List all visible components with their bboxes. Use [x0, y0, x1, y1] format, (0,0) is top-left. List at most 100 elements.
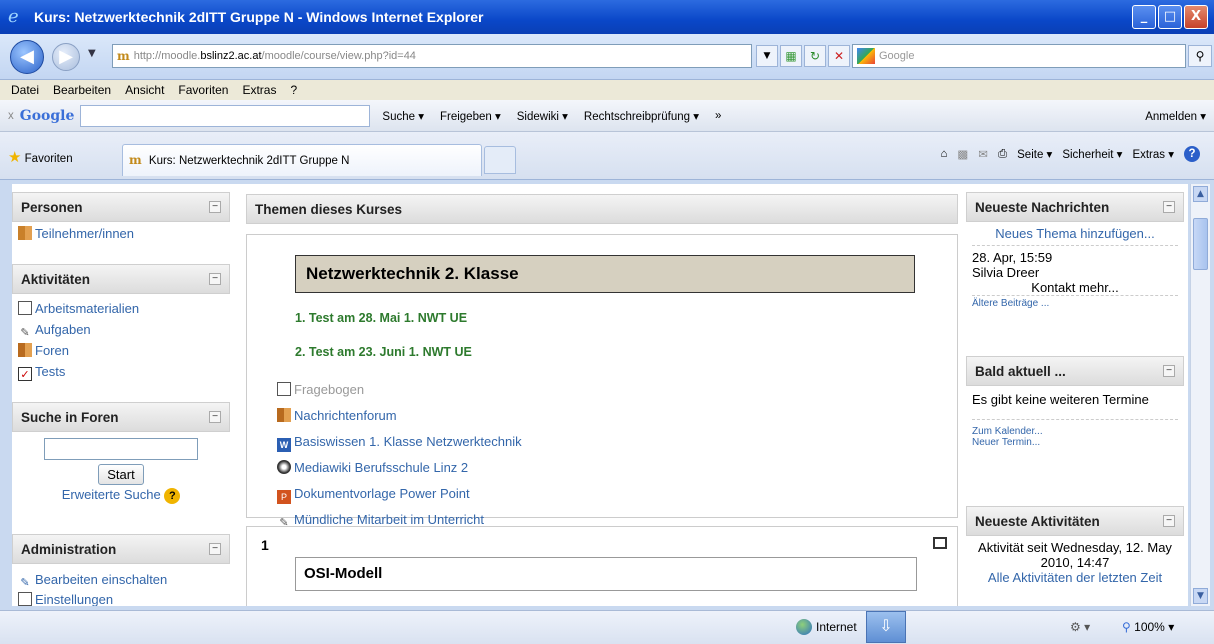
url-input[interactable]: m http://moodle. bslinz2.ac.at/moodle/cou… — [112, 44, 752, 68]
history-dropdown-icon[interactable]: ▼ — [88, 48, 96, 59]
refresh-icon[interactable]: ↻ — [804, 45, 826, 67]
title-bar: e Kurs: Netzwerktechnik 2dITT Gruppe N -… — [0, 0, 1214, 34]
block-suche: Suche in Foren − Start Erweiterte Suche … — [12, 402, 230, 504]
news-contact[interactable]: Kontakt mehr... — [972, 280, 1178, 295]
scroll-thumb[interactable] — [1193, 218, 1208, 270]
forum-icon — [18, 343, 32, 357]
search-icon[interactable]: ⚲ — [1188, 45, 1212, 67]
resource-muendliche-mitarbeit[interactable]: ✎ Mündliche Mitarbeit im Unterricht — [277, 512, 484, 529]
block-personen-header: Personen − — [12, 192, 230, 222]
print-icon[interactable]: ⎙ — [998, 148, 1007, 161]
link-erweiterte-suche[interactable]: Erweiterte Suche — [62, 487, 161, 502]
collapse-icon[interactable]: − — [1163, 201, 1175, 213]
command-security[interactable]: Sicherheit ▾ — [1062, 147, 1122, 161]
home-icon[interactable]: ⌂ — [940, 148, 947, 160]
collapse-icon[interactable]: − — [209, 543, 221, 555]
close-button[interactable]: X — [1184, 5, 1208, 29]
command-page[interactable]: Seite ▾ — [1017, 147, 1052, 161]
google-icon — [857, 48, 875, 64]
toolbar-spellcheck[interactable]: Rechtschreibprüfung ▾ — [584, 109, 699, 123]
collapse-icon[interactable]: − — [209, 201, 221, 213]
maximize-button[interactable]: □ — [1158, 5, 1182, 29]
section-0-title: Netzwerktechnik 2. Klasse — [295, 255, 915, 293]
edit-icon: ✎ — [20, 577, 30, 589]
help-icon[interactable]: ? — [164, 488, 181, 504]
tab-current[interactable]: m Kurs: Netzwerktechnik 2dITT Gruppe N — [122, 144, 482, 176]
collapse-icon[interactable]: − — [209, 273, 221, 285]
url-dropdown-icon[interactable]: ▼ — [756, 45, 778, 67]
tab-moodle-icon: m — [129, 153, 142, 167]
scroll-up-icon[interactable]: ▲ — [1193, 186, 1208, 202]
toolbar-sidewiki[interactable]: Sidewiki ▾ — [517, 109, 568, 123]
link-all-activities[interactable]: Alle Aktivitäten der letzten Zeit — [988, 570, 1162, 585]
command-extras[interactable]: Extras ▾ — [1132, 147, 1174, 161]
link-tests[interactable]: ✓ Tests — [18, 364, 65, 381]
collapse-icon[interactable]: − — [1163, 515, 1175, 527]
block-administration: Administration − ✎ Bearbeiten einschalten… — [12, 534, 230, 606]
resource-nachrichtenforum[interactable]: Nachrichtenforum — [277, 408, 397, 423]
security-zone[interactable]: Internet — [796, 619, 857, 635]
close-toolbar-icon[interactable]: x — [8, 110, 14, 122]
scroll-down-icon[interactable]: ▼ — [1193, 588, 1208, 604]
back-button[interactable]: ◀ — [10, 40, 44, 74]
page-scrollbar[interactable]: ▲ ▼ — [1190, 184, 1210, 606]
collapse-icon[interactable]: − — [1163, 365, 1175, 377]
settings-icon — [18, 592, 32, 606]
compatibility-icon[interactable]: ▦ — [780, 45, 802, 67]
ie-logo-icon: e — [8, 6, 19, 27]
mail-icon[interactable]: ✉ — [978, 147, 988, 161]
document-icon — [18, 301, 32, 315]
forward-button[interactable]: ▶ — [52, 43, 80, 71]
link-teilnehmer[interactable]: Teilnehmer/innen — [18, 226, 134, 241]
block-activity-header: Neueste Aktivitäten − — [966, 506, 1184, 536]
protected-mode-icon[interactable]: ⚙ ▾ — [1070, 620, 1090, 634]
block-suche-header: Suche in Foren − — [12, 402, 230, 432]
resource-basiswissen[interactable]: W Basiswissen 1. Klasse Netzwerktechnik — [277, 434, 522, 452]
forum-search-input[interactable] — [44, 438, 198, 460]
zoom-control[interactable]: ⚲ 100% ▾ — [1122, 620, 1174, 634]
search-input[interactable]: Google — [852, 44, 1186, 68]
star-icon: ★ — [8, 149, 22, 166]
help-icon[interactable]: ? — [1184, 146, 1200, 162]
download-arrow-icon[interactable]: ⇩ — [866, 611, 906, 643]
menu-extras[interactable]: Extras — [242, 83, 276, 97]
section-0: Netzwerktechnik 2. Klasse 1. Test am 28.… — [246, 234, 958, 529]
menu-bearbeiten[interactable]: Bearbeiten — [53, 83, 111, 97]
feeds-icon[interactable]: ▩ — [957, 147, 968, 161]
link-older-posts[interactable]: Ältere Beiträge ... — [972, 298, 1049, 309]
menu-help[interactable]: ? — [290, 83, 297, 97]
link-calendar[interactable]: Zum Kalender... — [972, 426, 1043, 437]
google-toolbar-input[interactable] — [80, 104, 371, 127]
resource-mediawiki[interactable]: Mediawiki Berufsschule Linz 2 — [277, 460, 468, 475]
resource-fragebogen[interactable]: Fragebogen — [277, 377, 522, 403]
link-arbeitsmaterialien[interactable]: Arbeitsmaterialien — [18, 301, 139, 316]
window-title: Kurs: Netzwerktechnik 2dITT Gruppe N - W… — [34, 9, 484, 25]
globe-icon — [796, 619, 812, 635]
block-activity: Neueste Aktivitäten − Aktivität seit Wed… — [966, 506, 1184, 589]
address-bar: ◀ ▶ ▼ m http://moodle. bslinz2.ac.at/mood… — [0, 34, 1214, 80]
test-1: 1. Test am 28. Mai 1. NWT UE — [295, 311, 468, 325]
new-tab-button[interactable] — [484, 146, 516, 174]
block-upcoming: Bald aktuell ... − Es gibt keine weitere… — [966, 356, 1184, 454]
toolbar-share[interactable]: Freigeben ▾ — [440, 109, 501, 123]
link-foren[interactable]: Foren — [18, 343, 69, 358]
section-1-title: OSI-Modell — [295, 557, 917, 591]
start-button[interactable]: Start — [98, 464, 144, 485]
link-bearbeiten-einschalten[interactable]: ✎ Bearbeiten einschalten — [18, 572, 167, 589]
minimize-button[interactable]: _ — [1132, 5, 1156, 29]
toolbar-signin[interactable]: Anmelden ▾ — [1145, 109, 1206, 123]
menu-datei[interactable]: Datei — [11, 83, 39, 97]
collapse-icon[interactable]: − — [209, 411, 221, 423]
highlight-toggle-icon[interactable] — [933, 537, 947, 549]
link-new-event[interactable]: Neuer Termin... — [972, 437, 1040, 448]
stop-icon[interactable]: ✕ — [828, 45, 850, 67]
toolbar-search[interactable]: Suche ▾ — [382, 109, 424, 123]
link-new-topic[interactable]: Neues Thema hinzufügen... — [995, 226, 1154, 241]
toolbar-more[interactable]: » — [715, 110, 721, 122]
link-aufgaben[interactable]: ✎ Aufgaben — [18, 322, 90, 339]
favorites-button[interactable]: ★ Favoriten — [8, 148, 73, 166]
menu-ansicht[interactable]: Ansicht — [125, 83, 164, 97]
menu-favoriten[interactable]: Favoriten — [178, 83, 228, 97]
link-einstellungen[interactable]: Einstellungen — [18, 592, 113, 606]
resource-dokumentvorlage[interactable]: P Dokumentvorlage Power Point — [277, 486, 470, 504]
